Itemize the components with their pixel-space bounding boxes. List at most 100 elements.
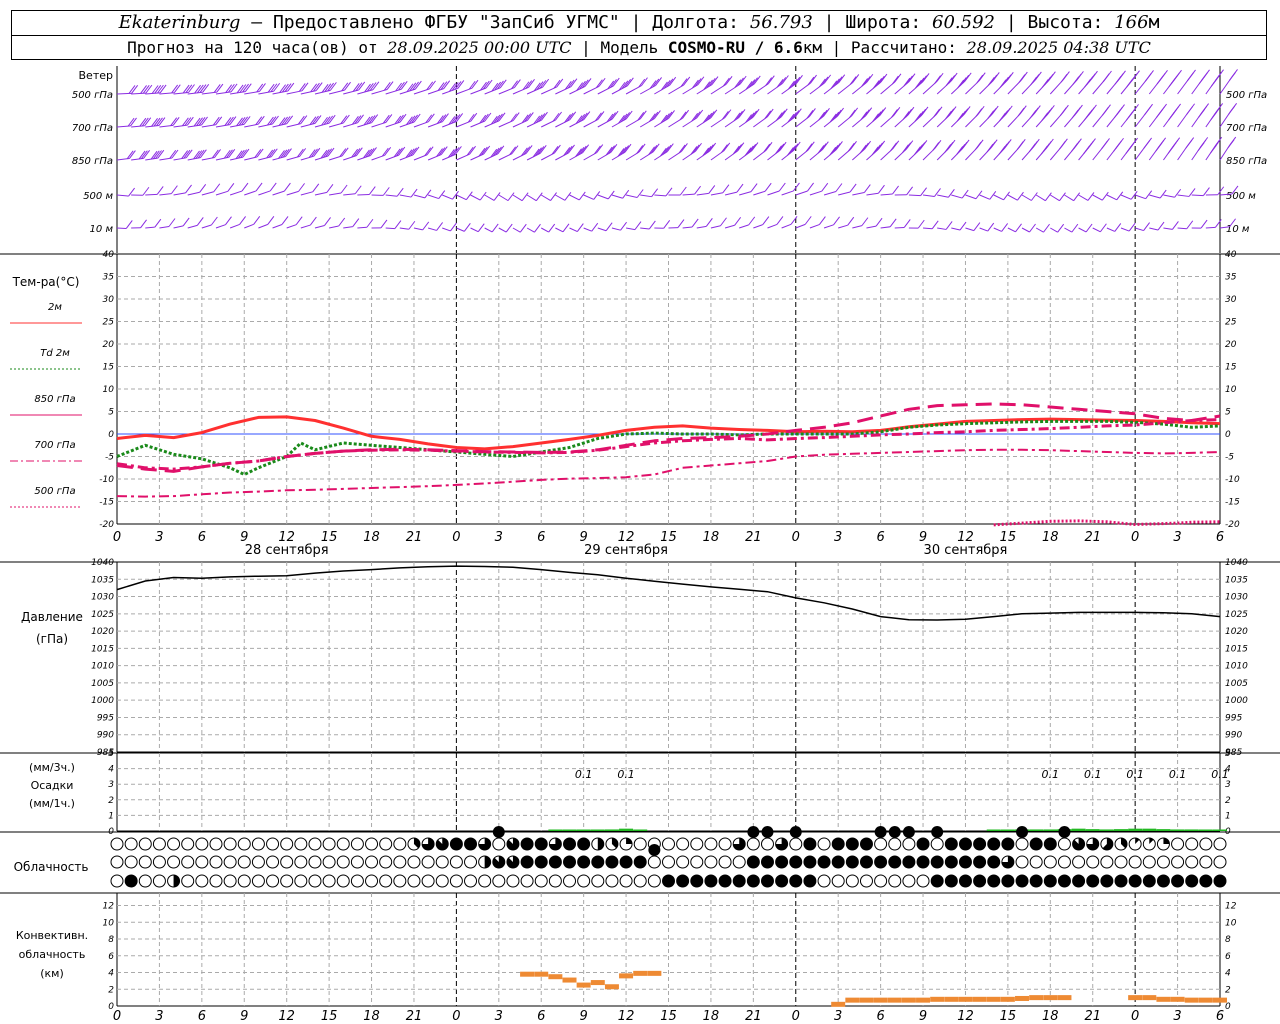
conv-cloud-bar — [845, 997, 860, 1003]
cloud-circle — [619, 874, 633, 888]
cloud-cover-symbol — [209, 837, 223, 851]
wind-barb-feather — [1083, 145, 1090, 155]
wind-barb-feather — [578, 191, 586, 201]
pressure-ytick-left: 1005 — [91, 679, 114, 689]
temp-legend-label: Td 2м — [40, 348, 70, 359]
wind-barb-feather — [1101, 106, 1109, 116]
cloud-circle — [251, 874, 265, 888]
wind-barb-feather — [1101, 140, 1108, 150]
wind-barb-feather — [281, 216, 289, 225]
cloud-cover-symbol — [365, 837, 379, 851]
wind-barb-feather — [1200, 219, 1208, 229]
temp-xtick: 3 — [834, 530, 842, 545]
cloud-fill-full — [917, 856, 930, 868]
cloud-circle — [393, 874, 407, 888]
temp-ytick-left: 40 — [103, 250, 115, 260]
cloud-cover-symbol — [817, 855, 831, 869]
cloud-circle — [464, 855, 478, 869]
cloud-circle — [1128, 855, 1142, 869]
cloud-circle — [110, 855, 124, 869]
wind-barb-feather — [564, 191, 572, 201]
cloud-circle — [676, 855, 690, 869]
wind-barb-feather — [793, 182, 800, 192]
wind-barb-shaft — [569, 194, 580, 201]
wind-barb-feather — [875, 217, 883, 227]
wind-barb-feather — [987, 110, 995, 120]
wind-barb-shaft — [583, 194, 594, 200]
precip-bar — [1184, 829, 1199, 831]
cloud-cover-symbol — [647, 874, 661, 888]
conv-cloud-bar — [647, 970, 662, 976]
precip-bar — [1170, 829, 1185, 831]
cloud-circle — [1072, 855, 1086, 869]
wind-barb-feather — [824, 74, 832, 84]
cloud-cover-symbol — [732, 855, 746, 869]
cloud-cover-symbol — [478, 837, 492, 851]
cloud-cover-symbol — [718, 837, 732, 851]
wind-barb-feather — [810, 74, 817, 84]
temp-ytick-left: 25 — [103, 318, 115, 328]
cloud-circle — [167, 837, 181, 851]
cloud-fill-full — [1001, 875, 1014, 887]
temp-title: Тем-ра(°C) — [12, 275, 80, 289]
conv-xtick: 0 — [452, 1009, 460, 1024]
cloud-circle — [704, 837, 718, 851]
conv-cloud-bar — [901, 997, 916, 1003]
cloud-circle — [110, 837, 124, 851]
cloud-circle — [266, 874, 280, 888]
cloud-cover-symbol — [859, 855, 873, 869]
wind-barb-feather — [950, 72, 958, 82]
cloud-cover-symbol — [350, 874, 364, 888]
cloud-cover-symbol — [1029, 855, 1043, 869]
wind-barb-shaft — [145, 193, 158, 196]
wind-barb-feather — [734, 216, 742, 226]
cloud-cover-symbol — [393, 855, 407, 869]
wind-barb-feather — [1145, 190, 1153, 200]
wind-barb-feather — [182, 217, 190, 227]
cloud-circle — [449, 855, 463, 869]
cloud-circle — [237, 874, 251, 888]
wind-barb-feather — [1060, 73, 1068, 83]
cloud-fill-full — [832, 856, 845, 868]
wind-barb-shaft — [1007, 227, 1016, 233]
wind-barb-feather — [225, 216, 232, 225]
cloud-fill-full — [577, 856, 590, 868]
cloud-fill-full — [775, 856, 788, 868]
cloud-fill-full — [761, 856, 774, 868]
wind-barb-feather — [1071, 109, 1079, 119]
wind-barb-shaft — [484, 194, 495, 201]
cloud-fill-full — [1044, 875, 1057, 887]
wind-barb-feather — [735, 144, 742, 153]
cloud-fill-full — [1199, 875, 1212, 887]
wind-barb-shaft — [343, 226, 353, 229]
wind-barb-feather — [1113, 142, 1121, 152]
cloud-cover-symbol — [958, 837, 972, 851]
wind-barb-feather — [866, 73, 874, 83]
cloud-cover-symbol — [152, 837, 166, 851]
wind-barb-feather — [1144, 72, 1152, 82]
cloud-circle — [365, 874, 379, 888]
wind-barb-feather — [1125, 145, 1133, 154]
wind-barb-shaft — [201, 191, 214, 196]
cloud-fill-full — [1129, 875, 1142, 887]
cloud-cover-symbol — [138, 855, 152, 869]
cloud-fill-full — [563, 838, 576, 850]
wind-barb-feather — [903, 219, 911, 228]
wind-barb-shaft — [724, 224, 735, 229]
wind-barb-shaft — [187, 224, 198, 229]
conv-cloud-bar — [604, 984, 619, 990]
wind-barb-shaft — [329, 192, 342, 196]
wind-barb-feather — [922, 73, 930, 82]
wind-barb-shaft — [951, 194, 963, 199]
wind-barb-feather — [1017, 107, 1025, 117]
conv-cloud-bar — [958, 996, 973, 1002]
precip-bar — [1099, 829, 1114, 831]
cloud-cover-symbol — [789, 826, 803, 851]
wind-barb-feather — [919, 108, 927, 118]
cloud-cover-symbol — [1015, 826, 1029, 851]
temp-ytick-right: 10 — [1225, 385, 1237, 395]
wind-barb-feather — [1157, 221, 1165, 231]
precip-value-label: 0.1 — [617, 768, 635, 781]
wind-barb-feather — [721, 111, 729, 120]
cloud-circle — [322, 837, 336, 851]
